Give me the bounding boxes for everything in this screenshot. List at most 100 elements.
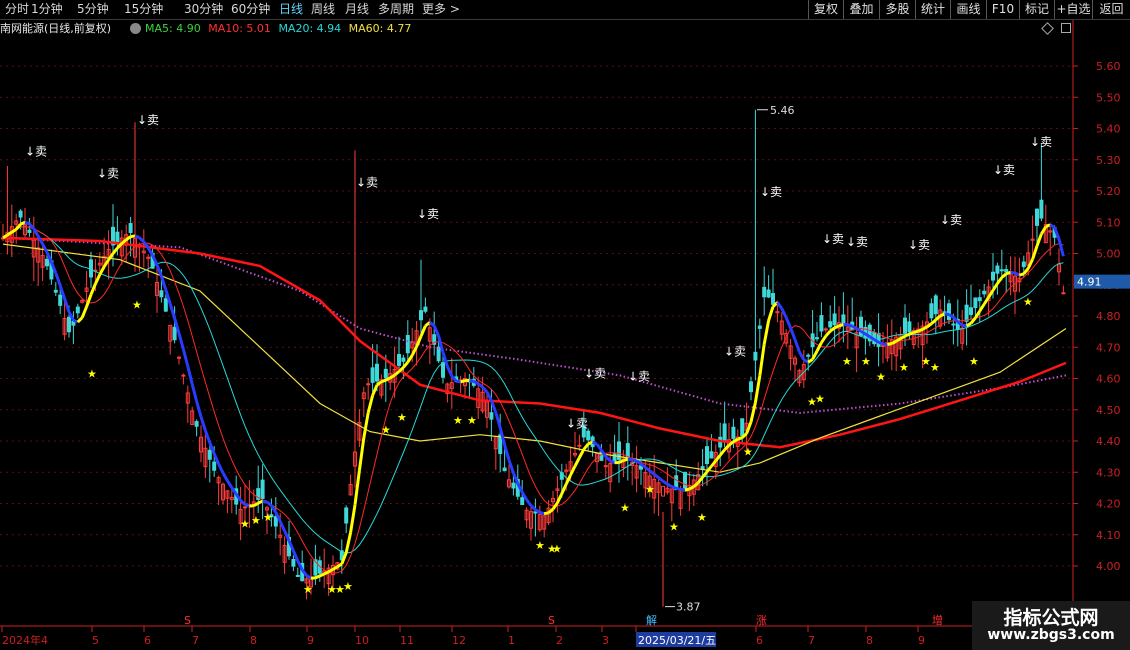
x-tick-label: 6: [144, 634, 151, 647]
period-tab-9[interactable]: 多周期: [378, 1, 414, 17]
trend-segment: [833, 324, 840, 330]
trend-segment: [582, 442, 590, 451]
trend-segment: [609, 459, 616, 465]
candle-body: [489, 412, 494, 420]
candle-body: [766, 289, 771, 298]
trend-segment: [714, 454, 722, 462]
trend-segment: [1057, 238, 1065, 257]
trend-segment: [494, 411, 502, 429]
trend-segment: [635, 459, 642, 466]
trend-segment: [657, 476, 664, 483]
candle-body: [128, 223, 133, 233]
kline-chart[interactable]: 5.605.505.405.305.205.105.004.904.804.70…: [0, 20, 1130, 650]
trend-segment: [120, 238, 128, 245]
period-tab-1[interactable]: 1分钟: [31, 1, 63, 17]
trend-segment: [389, 373, 396, 380]
sell-signal-label: ↓卖: [25, 144, 47, 158]
candle-body: [163, 298, 168, 312]
candle-body: [75, 306, 80, 314]
trend-segment: [913, 329, 919, 334]
signal-star: ★: [969, 355, 979, 368]
trend-segment: [604, 455, 612, 462]
signal-star: ★: [645, 483, 655, 496]
signal-star: ★: [397, 411, 407, 424]
candle-body: [577, 444, 582, 447]
candle-body: [828, 321, 833, 328]
trend-segment: [793, 339, 801, 353]
x-tick-label: 7: [192, 634, 199, 647]
trend-segment: [644, 466, 651, 473]
toolbar-button-8[interactable]: 返回: [1092, 0, 1130, 19]
trend-segment: [428, 321, 436, 327]
period-tab-6[interactable]: 日线: [279, 1, 303, 17]
trend-segment: [784, 317, 792, 329]
signal-star: ★: [303, 583, 313, 596]
toolbar-button-6[interactable]: 标记: [1019, 0, 1054, 19]
period-tab-5[interactable]: 60分钟: [231, 1, 270, 17]
trend-segment: [349, 504, 357, 533]
candle-body: [177, 356, 181, 359]
candle-body: [705, 446, 709, 464]
x-tick-label: 11: [400, 634, 414, 647]
trend-segment: [94, 273, 102, 285]
trend-segment: [930, 318, 937, 325]
period-tab-4[interactable]: 30分钟: [184, 1, 223, 17]
trend-segment: [344, 532, 353, 554]
trend-segment: [186, 365, 194, 385]
candle-body: [159, 290, 164, 298]
candle-body: [722, 423, 727, 442]
signal-star: ★: [743, 445, 753, 458]
trend-segment: [662, 479, 669, 486]
trend-segment: [130, 234, 136, 239]
trend-segment: [455, 379, 461, 384]
period-tab-7[interactable]: 周线: [311, 1, 335, 17]
trend-segment: [278, 520, 286, 532]
y-tick-label: 5.10: [1096, 216, 1121, 229]
period-tab-0[interactable]: 分时: [5, 1, 29, 17]
toolbar-button-7[interactable]: +自选: [1054, 0, 1092, 19]
toolbar-button-0[interactable]: 复权: [808, 0, 843, 19]
trend-segment: [32, 227, 40, 238]
trend-segment: [371, 384, 379, 396]
toolbar-button-1[interactable]: 叠加: [843, 0, 879, 19]
candle-body: [53, 289, 58, 293]
y-tick-label: 4.50: [1096, 404, 1121, 417]
candle-body: [603, 465, 608, 468]
candle-body: [344, 507, 349, 524]
candle-body: [757, 325, 762, 329]
candle-body: [207, 449, 212, 460]
candle-body: [749, 381, 753, 393]
ma-long-red-line: [2, 236, 1067, 449]
trend-segment: [525, 498, 533, 507]
trend-segment: [648, 469, 656, 476]
trend-segment: [177, 332, 185, 350]
period-tab-2[interactable]: 5分钟: [77, 1, 109, 17]
trend-segment: [63, 298, 71, 313]
toolbar-button-5[interactable]: F10: [986, 0, 1019, 19]
trend-segment: [327, 568, 334, 574]
toolbar-button-4[interactable]: 画线: [950, 0, 986, 19]
signal-star: ★: [899, 361, 909, 374]
period-tab-8[interactable]: 月线: [345, 1, 369, 17]
period-tab-3[interactable]: 15分钟: [124, 1, 163, 17]
trend-segment: [36, 235, 44, 245]
candle-body: [709, 451, 714, 459]
trend-segment: [623, 457, 629, 462]
trend-segment: [982, 296, 990, 305]
toolbar-button-3[interactable]: 统计: [915, 0, 950, 19]
sell-signal-label: ↓卖: [566, 416, 588, 430]
signal-star: ★: [263, 511, 273, 524]
trend-segment: [168, 303, 177, 319]
candle-body: [1061, 292, 1066, 295]
trend-segment: [15, 223, 22, 231]
candle-body: [947, 303, 951, 321]
x-tick-label: 1: [508, 634, 515, 647]
trend-segment: [217, 463, 225, 474]
period-tab-10[interactable]: 更多 >: [422, 1, 460, 17]
toolbar-button-2[interactable]: 多股: [879, 0, 915, 19]
watermark-banner: 指标公式网 www.zbgs3.com: [972, 601, 1130, 650]
trend-segment: [221, 472, 229, 482]
y-tick-label: 4.80: [1096, 310, 1121, 323]
candle-body: [740, 418, 745, 437]
sell-signal-label: ↓卖: [724, 344, 746, 358]
